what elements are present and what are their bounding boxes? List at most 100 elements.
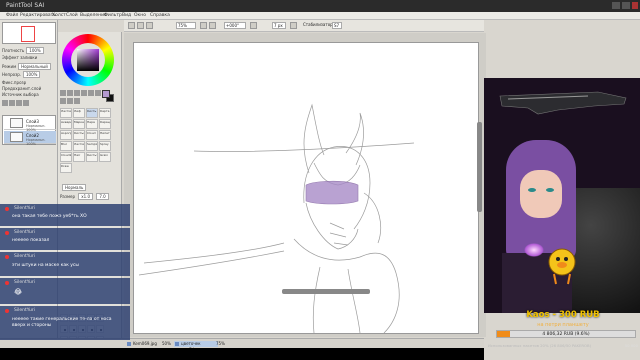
menu-selection[interactable]: Выделение (80, 13, 107, 18)
chat-user: SilentYuri (14, 308, 35, 313)
chat-message: SilentYuri она такая тебе пожэ уеб*ть ХО (0, 204, 130, 226)
select-icon[interactable] (128, 22, 135, 29)
chat-message: SilentYuri эти штуки на маске как усы (0, 252, 130, 276)
brush-slot[interactable]: Sample (86, 141, 98, 151)
chat-message: SilentYuri неееее такие генеральские те-… (0, 306, 130, 340)
deselect-icon[interactable] (137, 22, 144, 29)
chat-text: эти штуки на маске как усы (12, 263, 79, 268)
menu-layer[interactable]: Слой (66, 13, 78, 18)
brush-slot[interactable]: Маркер (73, 119, 85, 129)
blend-mode-select[interactable]: Нормаль (62, 184, 87, 191)
brush-slot[interactable]: Hair (73, 152, 85, 162)
navigator-preview[interactable] (2, 22, 56, 44)
brush-slot[interactable]: Карандаш (99, 119, 111, 129)
layer-opacity-label: Непрозр. (2, 72, 22, 77)
mask-fill (305, 180, 359, 205)
transform-tool-icon[interactable] (74, 98, 80, 104)
minimize-icon[interactable] (612, 2, 620, 9)
brush-slot[interactable]: Акварель (60, 119, 72, 129)
mode-label: Режим (2, 64, 17, 69)
tab-document-2[interactable]: цветочек мгоД.jpg (174, 341, 218, 352)
new-folder-icon[interactable] (9, 100, 15, 106)
layer-item[interactable]: Слой3 Нормальн. 100% (4, 117, 56, 132)
checkbox-protect-layer[interactable]: Предохранит.слой (2, 86, 41, 91)
zoom-out-icon[interactable] (209, 22, 216, 29)
menu-help[interactable]: Справка (150, 13, 170, 18)
brush-slot[interactable]: Cloud (86, 130, 98, 140)
menu-window[interactable]: Окно (134, 13, 146, 18)
lasso-tool-icon[interactable] (67, 90, 73, 96)
mode-row: Режим Нормальный (2, 63, 51, 70)
brush-slot[interactable]: Cloud2 (60, 152, 72, 162)
flip-icon[interactable] (290, 22, 297, 29)
hand-tool-icon[interactable] (60, 98, 66, 104)
goal-target: 50 000 (624, 343, 638, 348)
size-value[interactable]: 7.0 (96, 193, 109, 200)
brush-size-field[interactable]: 7 px (272, 22, 286, 29)
image-icon (127, 342, 131, 346)
checkbox-selection-source[interactable]: Источник выбора (2, 92, 39, 97)
goal-title: на петри планшету (537, 322, 589, 328)
angle-field[interactable]: +000° (224, 22, 246, 29)
maximize-icon[interactable] (622, 2, 630, 9)
title-bar: PaintTool SAI (0, 0, 640, 12)
vertical-scrollbar[interactable] (477, 122, 482, 212)
wand-tool-icon[interactable] (74, 90, 80, 96)
chat-message: SilentYuri 😂 (0, 278, 130, 304)
brush-slot[interactable]: Кисть3 (86, 152, 98, 162)
menu-view[interactable]: Вид (122, 13, 131, 18)
eyedropper-tool-icon[interactable] (67, 98, 73, 104)
zoom-tool-icon[interactable] (88, 90, 94, 96)
size-multiplier[interactable]: x1.0 (78, 193, 94, 200)
layer-opacity-value[interactable]: 100% (23, 71, 41, 78)
brush-slot-selected[interactable]: Кисть (86, 108, 98, 118)
horizontal-scrollbar[interactable] (282, 289, 370, 294)
checkbox-lock-alpha[interactable]: Фикс.прозр (2, 80, 26, 85)
zoom-field[interactable]: 75% (176, 22, 196, 29)
rotate-tool-icon[interactable] (95, 90, 101, 96)
close-icon[interactable] (632, 2, 638, 9)
canvas-toolbar: 75% +000° 7 px Стабилизатор S7 (124, 20, 484, 32)
brush-slot[interactable]: Grain (99, 152, 111, 162)
menu-bar: Файл Редактировать Холст Слой Выделение … (0, 12, 640, 20)
brush-slot[interactable]: Кисть2 (73, 130, 85, 140)
color-swatches[interactable] (102, 90, 114, 102)
brush-slot[interactable]: Карта (99, 108, 111, 118)
trash-icon[interactable] (23, 100, 29, 106)
brush-slot[interactable]: Draw (60, 163, 72, 173)
youtube-icon (5, 231, 9, 235)
saturation-value-square[interactable] (77, 49, 99, 71)
stabilizer-field[interactable]: S7 (332, 22, 342, 29)
foreground-color[interactable] (102, 90, 110, 98)
rotate-icon[interactable] (250, 22, 257, 29)
fill-effect[interactable]: Эффект заливки (2, 55, 37, 60)
layer-mode: Нормальн. 100% (26, 138, 46, 146)
app-title: PaintTool SAI (6, 2, 45, 9)
menu-canvas[interactable]: Холст (52, 13, 66, 18)
layer-item-selected[interactable]: Слой2 Нормальн. 100% (4, 131, 56, 146)
brush-slot[interactable]: Пипетка (99, 130, 111, 140)
zoom-in-icon[interactable] (200, 22, 207, 29)
brush-slot[interactable]: Лиф (73, 108, 85, 118)
brush-slot[interactable]: Ластик2 (73, 141, 85, 151)
brush-slot[interactable]: Blur (60, 141, 72, 151)
menu-edit[interactable]: Редактировать (20, 13, 56, 18)
brush-slot[interactable]: Ластик (60, 108, 72, 118)
menu-file[interactable]: Файл (6, 13, 18, 18)
brush-slot[interactable]: Spray (99, 141, 111, 151)
navigator-viewport[interactable] (21, 26, 35, 42)
brush-slot[interactable]: Пера (86, 119, 98, 129)
brush-slot[interactable]: Аэрограф (60, 130, 72, 140)
weapon-graphic (499, 91, 627, 115)
donation-alert: Kaos - 300 RUB (526, 310, 600, 320)
move-tool-icon[interactable] (81, 90, 87, 96)
color-wheel[interactable] (62, 34, 114, 86)
select-tool-icon[interactable] (60, 90, 66, 96)
density-value[interactable]: 100% (26, 47, 44, 54)
menu-filter[interactable]: Фильтр (104, 13, 122, 18)
invert-icon[interactable] (146, 22, 153, 29)
new-layer-icon[interactable] (2, 100, 8, 106)
merge-icon[interactable] (16, 100, 22, 106)
mode-select[interactable]: Нормальный (18, 63, 51, 70)
goal-footer-text: Использованных пакетов 20% (26 806/50 PA… (488, 343, 592, 348)
